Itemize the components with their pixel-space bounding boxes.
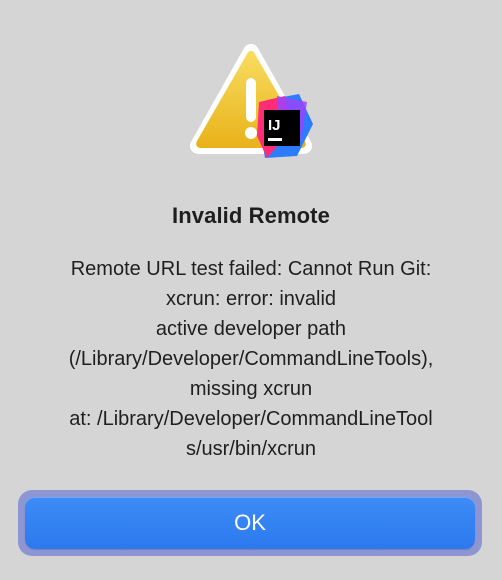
ok-button[interactable]: OK bbox=[25, 497, 475, 549]
alert-dialog: IJ Invalid Remote Remote URL test failed… bbox=[0, 0, 502, 580]
message-line: xcrun: error: invalid bbox=[165, 288, 337, 310]
message-line: missing xcrun bbox=[189, 378, 313, 400]
warning-icon: IJ bbox=[189, 40, 315, 162]
message-line: (/Library/Developer/CommandLineTools), bbox=[68, 348, 434, 370]
svg-text:IJ: IJ bbox=[268, 117, 281, 134]
message-line: active developer path bbox=[155, 318, 347, 340]
message-line: s/usr/bin/xcrun bbox=[185, 438, 317, 460]
dialog-message: Remote URL test failed: Cannot Run Git: … bbox=[20, 254, 482, 464]
message-line: Remote URL test failed: Cannot Run Git: bbox=[70, 258, 432, 280]
dialog-title: Invalid Remote bbox=[172, 203, 330, 228]
message-line: at: /Library/Developer/CommandLineTool bbox=[69, 408, 433, 430]
